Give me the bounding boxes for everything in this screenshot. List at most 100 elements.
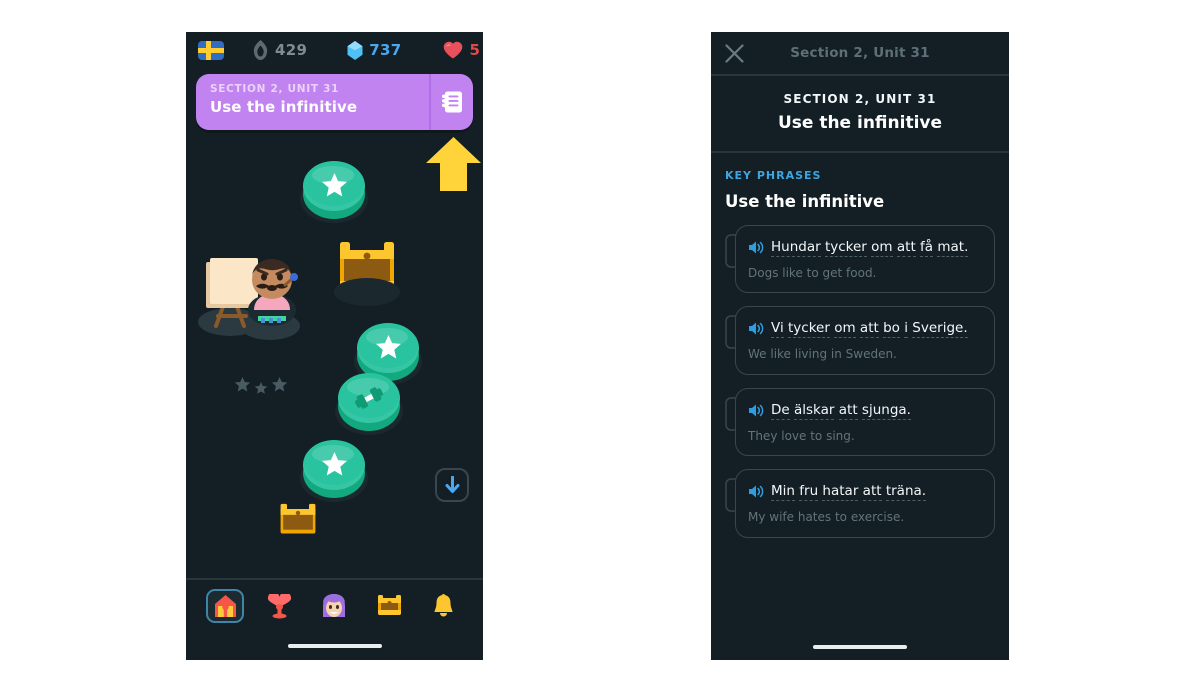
chest-icon: [377, 595, 401, 615]
gem-icon: [347, 40, 363, 60]
unit-banner[interactable]: SECTION 2, UNIT 31 Use the infinitive: [196, 74, 473, 130]
phrase-row: Min fru hatar att träna.: [748, 481, 981, 503]
phrase-card-2[interactable]: Vi tycker om att bo i Sverige. We like l…: [725, 306, 995, 375]
speech-bubble-tail: [725, 478, 736, 513]
guidebook-topbar: Section 2, Unit 31: [711, 32, 1009, 76]
chest-node-2[interactable]: [267, 500, 329, 544]
lesson-node-dumbbell[interactable]: [335, 373, 403, 435]
speech-bubble-tail: [725, 234, 736, 268]
hearts-value: 5: [469, 41, 481, 59]
phrase-word[interactable]: Hundar: [771, 239, 821, 257]
phrase-word[interactable]: att: [862, 483, 882, 502]
nav-quests[interactable]: [370, 589, 408, 623]
phrase-word[interactable]: hatar: [822, 483, 859, 502]
phrase-word[interactable]: tycker: [824, 239, 867, 257]
phrase-translation: They love to sing.: [748, 428, 855, 443]
nav-profile[interactable]: [315, 589, 353, 623]
phrase-word[interactable]: om: [871, 239, 893, 257]
close-icon[interactable]: [725, 44, 744, 63]
phrase-word[interactable]: att: [859, 320, 879, 339]
language-flag-button[interactable]: [198, 40, 224, 60]
phrase-word[interactable]: att: [838, 401, 858, 420]
avatar-icon: [323, 593, 346, 617]
flame-icon: [252, 40, 269, 60]
bottom-nav-bar: [186, 578, 483, 660]
phrase-word[interactable]: Vi: [771, 320, 784, 339]
chest-node-1[interactable]: [334, 236, 400, 306]
nav-learn[interactable]: [206, 589, 245, 623]
phrase-word[interactable]: sjunga.: [861, 401, 911, 420]
phrase-word[interactable]: Sverige.: [912, 320, 968, 339]
phrase-target-text: Vi tycker om att bo i Sverige.: [771, 318, 968, 340]
pointer-up-arrow-icon: [426, 137, 481, 191]
phrase-word[interactable]: få: [920, 239, 934, 257]
notebook-icon: [441, 90, 463, 114]
phrase-word[interactable]: tycker: [788, 320, 830, 339]
lesson-node-star-3[interactable]: [300, 440, 368, 502]
screenshot-canvas: 429 737 5 SECTION 2, UNIT 31 Use the inf…: [0, 0, 1200, 693]
treasure-chest-icon: [280, 503, 316, 534]
node-shadow: [334, 278, 400, 306]
star-icon: [357, 323, 419, 373]
phrase-target-text: Hundar tycker om att få mat.: [771, 237, 969, 259]
star-icon: [303, 440, 365, 490]
phrase-word[interactable]: fru: [799, 483, 819, 502]
phrase-row: Vi tycker om att bo i Sverige.: [748, 318, 981, 340]
phrase-word[interactable]: i: [904, 320, 908, 339]
phrase-word[interactable]: Min: [771, 483, 795, 502]
streak-counter[interactable]: 429: [252, 40, 307, 60]
home-indicator: [813, 645, 907, 649]
phrase-word[interactable]: bo: [883, 320, 900, 339]
nav-practice[interactable]: [261, 589, 299, 623]
right-phone-screen: Section 2, Unit 31 SECTION 2, UNIT 31 Us…: [711, 32, 1009, 660]
phrase-word[interactable]: De: [771, 401, 790, 420]
bell-icon: [434, 594, 453, 617]
speaker-icon[interactable]: [748, 484, 764, 499]
phrase-list: Hundar tycker om att få mat. Dogs like t…: [725, 225, 995, 538]
dumbbell-icon: [338, 373, 400, 423]
lesson-node-star-1[interactable]: [300, 161, 368, 223]
guidebook-title: Use the infinitive: [777, 113, 943, 133]
hearts-counter[interactable]: 5: [443, 41, 480, 59]
heart-icon: [443, 41, 463, 59]
guidebook-subtitle: SECTION 2, UNIT 31: [783, 92, 937, 106]
phrase-card-4[interactable]: Min fru hatar att träna. My wife hates t…: [725, 469, 995, 538]
gems-counter[interactable]: 737: [347, 40, 402, 60]
gems-value: 737: [369, 41, 402, 59]
swedish-flag-icon: [198, 40, 224, 60]
phrase-word[interactable]: om: [834, 320, 856, 339]
phrase-word[interactable]: älskar: [794, 401, 835, 420]
phrase-word[interactable]: träna.: [885, 483, 927, 502]
left-phone-screen: 429 737 5 SECTION 2, UNIT 31 Use the inf…: [186, 32, 483, 660]
status-bar: 429 737 5: [186, 32, 483, 68]
guidebook-button[interactable]: [429, 74, 473, 130]
home-icon: [214, 595, 236, 617]
speech-bubble-tail: [725, 315, 736, 350]
phrase-word[interactable]: mat.: [937, 239, 969, 257]
key-phrases-title: Use the infinitive: [725, 192, 885, 211]
star-icon: [303, 161, 365, 211]
speaker-icon[interactable]: [748, 240, 764, 255]
speaker-icon[interactable]: [748, 321, 764, 336]
phrase-word[interactable]: att: [896, 239, 916, 257]
jump-to-current-button[interactable]: [435, 468, 469, 502]
phrase-target-text: Min fru hatar att träna.: [771, 481, 927, 503]
guidebook-topbar-title: Section 2, Unit 31: [790, 45, 930, 61]
phrase-translation: Dogs like to get food.: [748, 265, 877, 280]
phrase-card-1[interactable]: Hundar tycker om att få mat. Dogs like t…: [725, 225, 995, 294]
phrase-target-text: De älskar att sjunga.: [771, 400, 911, 422]
key-phrases-label: KEY PHRASES: [725, 169, 822, 182]
phrase-translation: My wife hates to exercise.: [748, 510, 905, 525]
heart-dumbbell-icon: [268, 593, 292, 618]
nav-leaderboard[interactable]: [425, 589, 463, 623]
speaker-icon[interactable]: [748, 403, 764, 418]
phrase-row: Hundar tycker om att få mat.: [748, 237, 981, 259]
home-indicator: [287, 644, 382, 648]
progress-stars: [234, 377, 288, 394]
down-arrow-icon: [445, 475, 459, 493]
phrase-card-3[interactable]: De älskar att sjunga. They love to sing.: [725, 387, 995, 457]
phrase-translation: We like living in Sweden.: [748, 347, 897, 362]
nav-items: [186, 580, 483, 632]
guidebook-header: SECTION 2, UNIT 31 Use the infinitive: [711, 76, 1009, 153]
guidebook-body: KEY PHRASES Use the infinitive Hundar ty…: [711, 153, 1009, 538]
